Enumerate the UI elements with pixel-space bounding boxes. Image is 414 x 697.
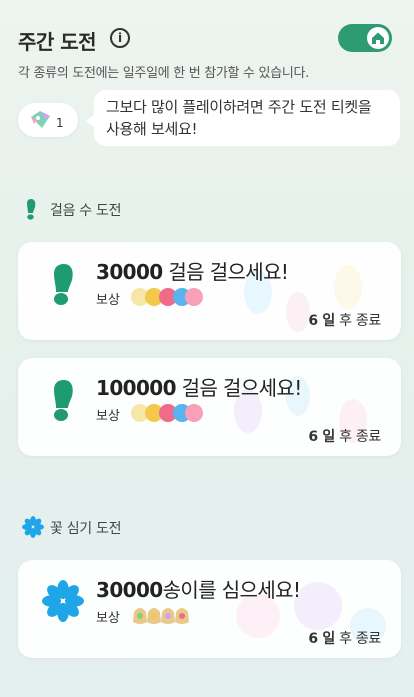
- footprint-icon: [54, 380, 73, 421]
- ticket-badge[interactable]: 1: [18, 103, 78, 137]
- colored-orbs-icon: [131, 404, 203, 422]
- end-text: 후 종료: [334, 631, 381, 647]
- ticket-count: 1: [56, 116, 64, 130]
- challenge-goal: 30000 걸음 걸으세요!: [96, 256, 289, 285]
- footprint-icon: [54, 264, 73, 305]
- challenge-goal: 30000송이를 심으세요!: [96, 574, 301, 603]
- section-label: 걸음 수 도전: [50, 203, 122, 219]
- challenge-card-flowers-30000[interactable]: 30000송이를 심으세요! 보상 6 일 후 종료: [18, 560, 401, 658]
- goal-number: 30000: [96, 260, 163, 284]
- challenge-end: 6 일 후 종료: [308, 310, 381, 330]
- goal-text: 걸음 걸으세요!: [175, 376, 303, 400]
- reward-label: 보상: [96, 293, 120, 308]
- goal-number: 100000: [96, 376, 177, 400]
- end-days: 6 일: [308, 429, 335, 445]
- goal-number: 30000: [96, 578, 163, 602]
- header: 주간 도전 i: [18, 24, 396, 54]
- challenge-end: 6 일 후 종료: [308, 628, 381, 648]
- reward-label: 보상: [96, 611, 120, 626]
- goal-text: 걸음 걸으세요!: [162, 260, 289, 284]
- end-days: 6 일: [308, 313, 335, 329]
- home-toggle[interactable]: [338, 24, 392, 52]
- flower-icon: [42, 580, 84, 622]
- colored-orbs-icon: [131, 288, 203, 306]
- section-title-steps: 걸음 수 도전: [22, 198, 122, 224]
- seed-bags-icon: [133, 608, 189, 624]
- end-text: 후 종료: [334, 313, 381, 329]
- challenge-goal: 100000 걸음 걸으세요!: [96, 372, 302, 401]
- challenge-card-steps-100000[interactable]: 100000 걸음 걸으세요! 보상 6 일 후 종료: [18, 358, 401, 456]
- page-title: 주간 도전: [18, 30, 97, 54]
- footprint-icon: [27, 199, 36, 220]
- info-circle-icon[interactable]: i: [110, 28, 130, 48]
- section-label: 꽃 심기 도전: [50, 521, 122, 537]
- end-days: 6 일: [308, 631, 335, 647]
- toggle-knob: [367, 27, 389, 49]
- reward-label: 보상: [96, 409, 120, 424]
- challenge-card-steps-30000[interactable]: 30000 걸음 걸으세요! 보상 6 일 후 종료: [18, 242, 401, 340]
- section-title-flowers: 꽃 심기 도전: [22, 516, 122, 542]
- goal-text: 송이를 심으세요!: [162, 578, 301, 602]
- home-icon: [372, 32, 384, 44]
- challenge-ticket-icon: [31, 111, 50, 128]
- challenge-end: 6 일 후 종료: [308, 426, 381, 446]
- subtitle: 각 종류의 도전에는 일주일에 한 번 참가할 수 있습니다.: [18, 66, 310, 81]
- ticket-message-bubble: 그보다 많이 플레이하려면 주간 도전 티켓을 사용해 보세요!: [86, 90, 400, 146]
- end-text: 후 종료: [334, 429, 381, 445]
- flower-icon: [22, 516, 44, 538]
